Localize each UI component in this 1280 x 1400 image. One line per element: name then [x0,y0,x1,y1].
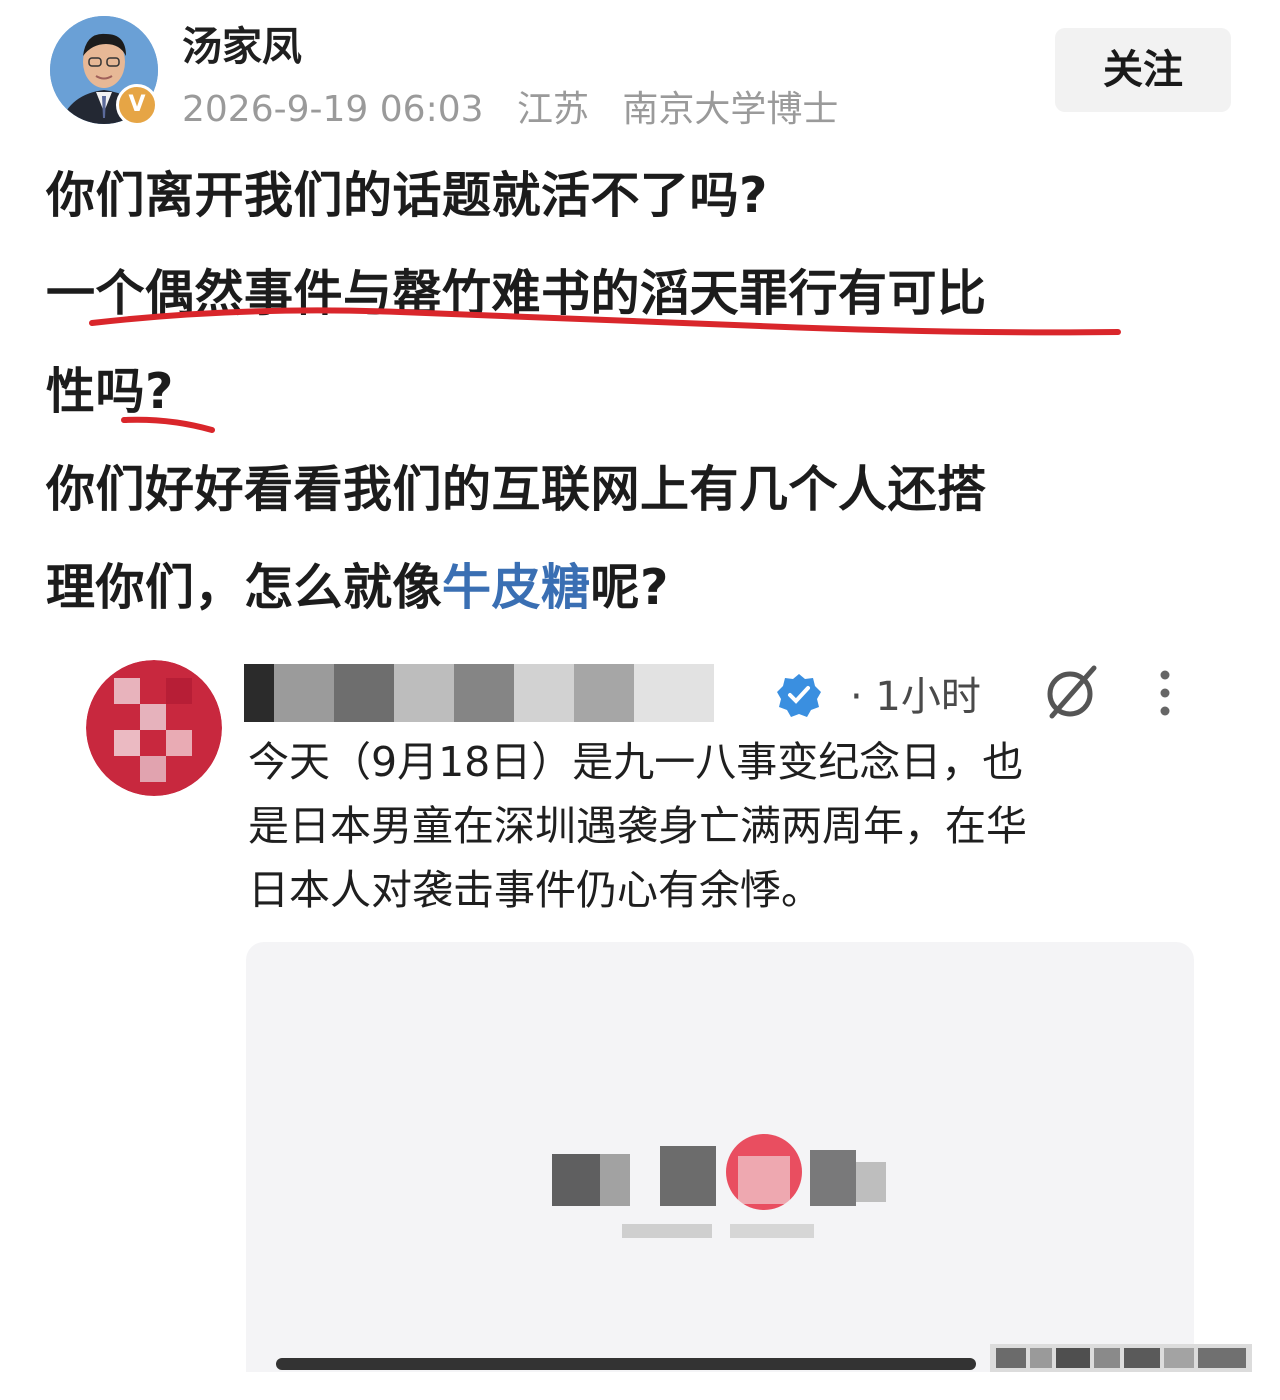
post-meta: 2026-9-19 06:03 江苏 南京大学博士 [182,80,860,132]
post-text-line: 理你们，怎么就像牛皮糖呢? [46,556,669,620]
quoted-media-card[interactable] [246,942,1194,1372]
post-text-line: 你们离开我们的话题就活不了吗? [46,167,768,224]
post-date: 2026-9-19 06:03 [182,89,484,130]
quoted-author-avatar[interactable] [86,660,222,796]
post-text-line: 性吗? [46,363,174,420]
post-text-segment: 理你们，怎么就像 [46,559,443,616]
grok-icon[interactable] [1040,660,1104,724]
more-vertical-icon[interactable] [1150,668,1180,718]
topic-link[interactable]: 牛皮糖 [442,559,591,616]
quoted-post-text-line: 今天（9月18日）是九一八事变纪念日，也 [248,738,1024,786]
post-text-line: 你们好好看看我们的互联网上有几个人还搭 [46,461,987,518]
watermark-blurred [990,1344,1252,1372]
post-text-line: 一个偶然事件与罄竹难书的滔天罪行有可比 [46,265,987,322]
verified-v-badge: V [116,84,158,126]
media-bottom-bar [276,1358,976,1370]
author-title: 南京大学博士 [622,89,839,130]
post-location: 江苏 [516,89,589,130]
quoted-post-text-line: 是日本男童在深圳遇袭身亡满两周年，在华 [248,802,1027,850]
follow-button[interactable]: 关注 [1055,28,1231,112]
post-text-segment: 呢? [590,559,669,616]
quoted-post-time: · 1小时 [850,674,981,720]
blurred-media-logo [552,1134,886,1238]
author-name[interactable]: 汤家凤 [182,14,302,72]
quoted-post-text-line: 日本人对袭击事件仍心有余悸。 [248,866,822,914]
verified-check-icon [777,674,821,717]
quoted-author-name-blurred [244,664,714,722]
